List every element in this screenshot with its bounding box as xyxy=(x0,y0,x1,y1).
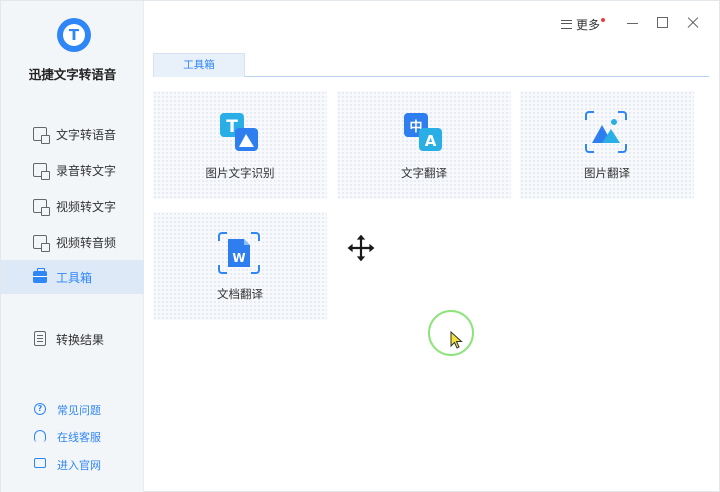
sidebar-item-label: 录音转文字 xyxy=(56,164,117,178)
tool-card-text-translate[interactable]: 中 A 文字翻译 xyxy=(337,91,511,199)
maximize-button[interactable] xyxy=(655,15,671,31)
toolbox-icon xyxy=(33,268,47,283)
close-button[interactable] xyxy=(685,15,701,31)
online-support-link[interactable]: 在线客服 xyxy=(1,425,144,449)
text-translate-icon: 中 A xyxy=(404,113,442,151)
image-text-recognition-icon: T xyxy=(220,113,258,151)
tool-label: 文档翻译 xyxy=(217,287,263,301)
tool-card-document-translate[interactable]: W 文档翻译 xyxy=(153,212,327,320)
app-logo: T xyxy=(57,18,91,52)
logo-letter: T xyxy=(68,26,80,44)
sidebar-item-recording-to-text[interactable]: 录音转文字 xyxy=(1,153,144,187)
sidebar-item-label: 工具箱 xyxy=(56,271,93,285)
official-site-label: 进入官网 xyxy=(57,459,101,472)
tab-bar: 工具箱 xyxy=(153,53,709,77)
app-window: T 迅捷文字转语音 文字转语音 录音转文字 视频转文字 视频转音频 工具箱 转换… xyxy=(0,0,720,492)
help-icon: ? xyxy=(34,403,46,415)
tool-label: 图片翻译 xyxy=(584,166,630,180)
result-icon xyxy=(34,331,46,346)
sidebar-item-label: 视频转文字 xyxy=(56,200,117,214)
mouse-pointer-icon xyxy=(450,331,463,349)
tool-card-image-text-recognition[interactable]: T 图片文字识别 xyxy=(153,91,327,199)
sidebar: T 迅捷文字转语音 文字转语音 录音转文字 视频转文字 视频转音频 工具箱 转换… xyxy=(1,1,144,492)
online-support-label: 在线客服 xyxy=(57,431,101,444)
recording-to-text-icon xyxy=(33,163,50,180)
official-site-link[interactable]: 进入官网 xyxy=(1,453,144,477)
sidebar-item-results[interactable]: 转换结果 xyxy=(1,322,144,356)
image-translate-icon xyxy=(585,111,627,153)
more-menu-button[interactable]: 更多 xyxy=(561,15,606,33)
help-link[interactable]: ? 常见问题 xyxy=(1,398,144,422)
monitor-icon xyxy=(34,458,46,468)
tool-card-image-translate[interactable]: 图片翻译 xyxy=(520,91,694,199)
text-to-speech-icon xyxy=(33,127,50,144)
menu-icon xyxy=(561,19,572,29)
move-cursor-icon xyxy=(346,233,376,263)
help-label: 常见问题 xyxy=(57,404,101,417)
headset-icon xyxy=(34,430,46,442)
sidebar-item-video-to-text[interactable]: 视频转文字 xyxy=(1,189,144,223)
sidebar-item-video-to-audio[interactable]: 视频转音频 xyxy=(1,225,144,259)
sidebar-item-toolbox[interactable]: 工具箱 xyxy=(1,260,144,294)
tool-label: 图片文字识别 xyxy=(205,166,275,180)
video-to-text-icon xyxy=(33,199,50,216)
svg-text:A: A xyxy=(425,132,437,150)
tool-label: 文字翻译 xyxy=(401,166,447,180)
document-translate-icon: W xyxy=(218,232,260,274)
minimize-button[interactable] xyxy=(625,15,641,31)
sidebar-item-text-to-speech[interactable]: 文字转语音 xyxy=(1,117,144,151)
svg-text:W: W xyxy=(232,251,245,265)
video-to-audio-icon xyxy=(33,235,50,252)
tab-toolbox[interactable]: 工具箱 xyxy=(153,53,245,77)
app-name: 迅捷文字转语音 xyxy=(28,67,117,82)
sidebar-item-label: 视频转音频 xyxy=(56,236,117,250)
sidebar-item-label: 转换结果 xyxy=(56,333,105,347)
sidebar-item-label: 文字转语音 xyxy=(56,128,117,142)
notification-dot xyxy=(601,18,606,22)
more-label: 更多 xyxy=(576,17,601,32)
